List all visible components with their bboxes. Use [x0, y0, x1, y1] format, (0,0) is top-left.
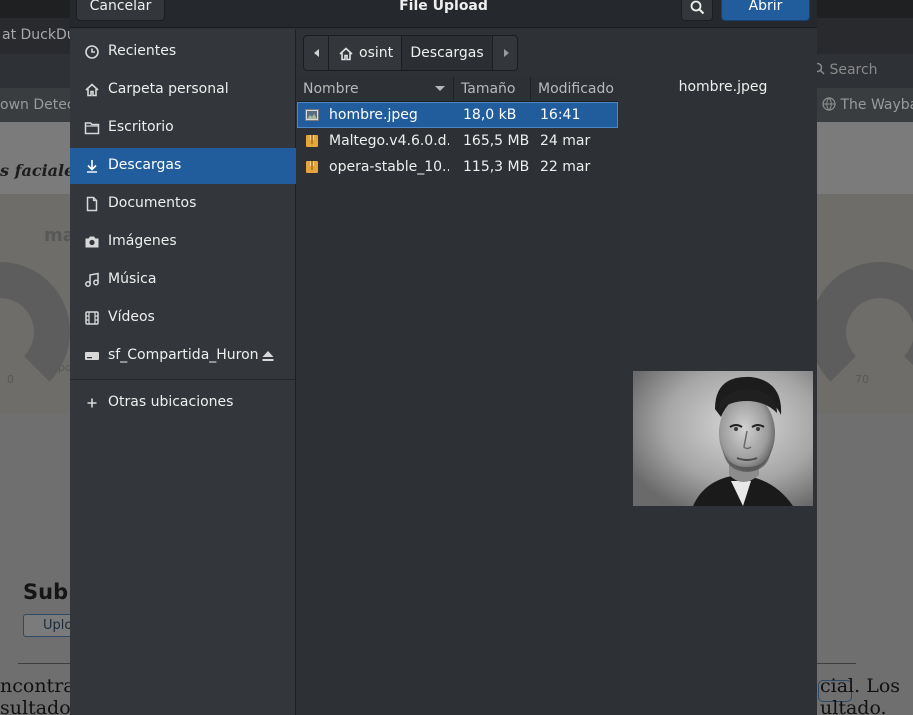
sidebar-separator [70, 379, 296, 380]
camera-icon [85, 236, 99, 248]
file-modified: 16:41 [540, 107, 581, 123]
path-button-home[interactable]: osint [328, 35, 402, 71]
sidebar-item-carpeta-personal[interactable]: Carpeta personal [70, 72, 296, 108]
sidebar-item-label: Carpeta personal [108, 81, 229, 97]
sidebar-item-imagenes[interactable]: Imágenes [70, 224, 296, 260]
path-button-current[interactable]: Descargas [401, 35, 493, 71]
file-row[interactable]: Maltego.v4.6.0.d... 165,5 MB 24 mar [298, 129, 617, 153]
sidebar-item-label: Documentos [108, 195, 197, 211]
sidebar-item-descargas[interactable]: Descargas [70, 148, 296, 184]
sidebar-item-documentos[interactable]: Documentos [70, 186, 296, 222]
chevron-right-icon [504, 49, 509, 57]
preview-filename: hombre.jpeg [678, 79, 768, 95]
sidebar-item-sf-compartida-huron[interactable]: sf_Compartida_Huron [70, 338, 296, 374]
sidebar-item-label: Descargas [108, 157, 182, 173]
browser-search-field[interactable]: Search [812, 62, 878, 78]
clock-icon [85, 45, 99, 59]
gauge-min-label: 0 [7, 373, 14, 386]
column-header-modificado[interactable]: Modificado [531, 77, 618, 101]
sidebar-item-label: Recientes [108, 43, 177, 59]
sidebar-item-label: Imágenes [108, 233, 177, 249]
bookmark-wayback-label: The Wayba [840, 97, 913, 113]
dialog-headerbar: Cancelar File Upload Abrir [70, 0, 817, 28]
music-icon [85, 272, 99, 287]
sidebar-item-videos[interactable]: Vídeos [70, 300, 296, 336]
sidebar-item-label: Vídeos [108, 309, 155, 325]
file-upload-dialog: Cancelar File Upload Abrir Recientes Car… [70, 0, 817, 715]
search-button[interactable] [681, 0, 713, 21]
bookmark-left[interactable]: own Detec [0, 97, 75, 113]
column-header-nombre[interactable]: Nombre [297, 77, 454, 101]
preview-pane: hombre.jpeg [618, 77, 817, 715]
image-file-icon [305, 109, 319, 121]
path-bar: osint Descargas [303, 35, 519, 71]
file-name: hombre.jpeg [329, 107, 418, 123]
gauge-max-label: 70 [855, 373, 869, 386]
download-icon [87, 160, 97, 173]
paragraph-right-line-1: cial. Los [820, 675, 901, 697]
file-row[interactable]: hombre.jpeg 18,0 kB 16:41 [297, 102, 618, 128]
chevron-left-icon [314, 49, 319, 57]
file-name: opera-stable_10... [329, 159, 449, 175]
globe-icon [822, 97, 836, 111]
paragraph-right-line-2: ultado. [820, 697, 887, 715]
sidebar-item-label: sf_Compartida_Huron [108, 347, 259, 363]
package-file-icon [306, 135, 318, 147]
header-divider [297, 101, 618, 102]
column-header-label: Nombre [303, 81, 359, 97]
sidebar-item-label: Escritorio [108, 119, 174, 135]
open-button[interactable]: Abrir [721, 0, 810, 21]
path-scroll-left-button[interactable] [303, 35, 329, 71]
browser-tab-title[interactable]: at DuckDu [2, 27, 76, 43]
sidebar-item-otras-ubicaciones[interactable]: Otras ubicaciones [70, 385, 296, 421]
home-icon [339, 47, 353, 61]
folder-icon [84, 122, 100, 135]
plus-icon [87, 398, 97, 408]
search-icon [690, 0, 705, 15]
sidebar-item-musica[interactable]: Música [70, 262, 296, 298]
search-placeholder: Search [829, 62, 878, 78]
places-sidebar: Recientes Carpeta personal Escritorio De… [70, 29, 296, 715]
paragraph-left-line-2: sultado [0, 697, 71, 715]
path-scroll-right-button[interactable] [492, 35, 518, 71]
section-title-fragment: Sub [23, 580, 69, 604]
eject-icon[interactable] [260, 348, 276, 364]
sidebar-item-escritorio[interactable]: Escritorio [70, 110, 296, 146]
bookmark-wayback[interactable]: The Wayba [822, 97, 913, 113]
file-size: 115,3 MB [463, 159, 530, 175]
column-header-tamano[interactable]: Tamaño [454, 77, 531, 101]
file-modified: 24 mar [540, 133, 591, 149]
sort-descending-icon [435, 86, 445, 91]
sidebar-item-label: Música [108, 271, 157, 287]
file-name: Maltego.v4.6.0.d... [329, 133, 449, 149]
file-row[interactable]: opera-stable_10... 115,3 MB 22 mar [298, 155, 617, 179]
document-icon [86, 196, 98, 212]
home-icon [85, 83, 99, 97]
file-size: 18,0 kB [463, 107, 517, 123]
drive-icon [85, 352, 99, 360]
path-button-home-label: osint [359, 45, 394, 61]
file-size: 165,5 MB [463, 133, 530, 149]
file-list: Nombre Tamaño Modificado hombre.jpeg 18,… [297, 77, 618, 715]
paragraph-left-line-1: ncontra [0, 675, 75, 697]
sidebar-item-label: Otras ubicaciones [108, 394, 234, 410]
package-file-icon [306, 161, 318, 173]
preview-image-portrait [633, 371, 813, 506]
file-modified: 22 mar [540, 159, 591, 175]
film-icon [85, 311, 99, 325]
sidebar-item-recientes[interactable]: Recientes [70, 34, 296, 70]
